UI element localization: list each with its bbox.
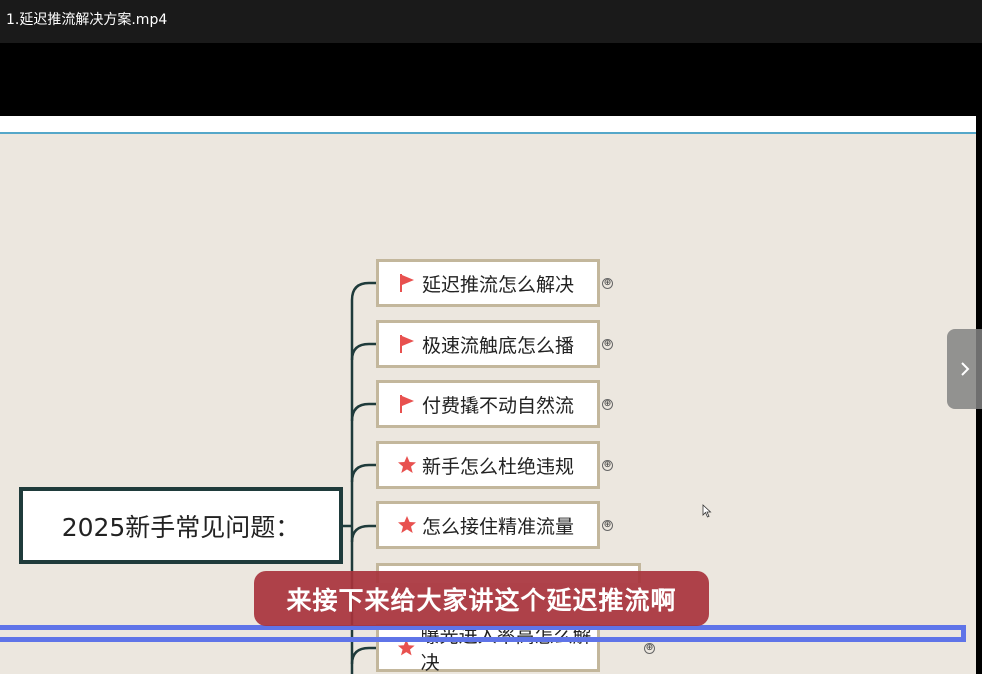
flag-icon xyxy=(400,335,414,353)
chevron-right-icon xyxy=(960,362,969,376)
node-label: 延迟推流怎么解决 xyxy=(422,273,575,296)
mindmap-node-fast-flow[interactable]: 极速流触底怎么播 xyxy=(376,320,600,368)
mindmap-root-node: 2025新手常见问题： xyxy=(19,487,343,564)
expand-icon[interactable]: ⊕ xyxy=(602,278,613,289)
expand-icon[interactable]: ⊕ xyxy=(602,399,613,410)
mindmap-node-avoid-violation[interactable]: 新手怎么杜绝违规 xyxy=(376,441,600,489)
next-video-button[interactable] xyxy=(947,329,982,409)
window-title-bar: 1.延迟推流解决方案.mp4 xyxy=(0,0,982,43)
node-label: 付费撬不动自然流 xyxy=(422,394,575,417)
mindmap-node-precise-traffic[interactable]: 怎么接住精准流量 xyxy=(376,501,600,549)
node-label: 怎么接住精准流量 xyxy=(422,515,575,538)
expand-icon[interactable]: ⊕ xyxy=(602,460,613,471)
expand-icon[interactable]: ⊕ xyxy=(644,643,655,654)
video-subtitle: 来接下来给大家讲这个延迟推流啊 xyxy=(254,571,709,626)
progress-bar-highlight[interactable] xyxy=(0,625,966,642)
mindmap-node-paid-flow[interactable]: 付费撬不动自然流 xyxy=(376,380,600,428)
expand-icon[interactable]: ⊕ xyxy=(602,520,613,531)
star-icon xyxy=(398,456,416,473)
window-title: 1.延迟推流解决方案.mp4 xyxy=(6,12,168,28)
node-label: 极速流触底怎么播 xyxy=(422,334,575,357)
video-player[interactable]: 2025新手常见问题： 延迟推流怎么解决 ⊕ 极速流触底怎么播 ⊕ 付费撬不动自… xyxy=(0,43,982,674)
node-label: 新手怎么杜绝违规 xyxy=(422,455,575,478)
subtitle-text: 来接下来给大家讲这个延迟推流啊 xyxy=(286,585,677,615)
root-node-label: 2025新手常见问题： xyxy=(61,512,301,542)
mindmap-node-delayed-push[interactable]: 延迟推流怎么解决 xyxy=(376,259,600,307)
star-icon xyxy=(398,516,416,533)
mouse-cursor-icon xyxy=(702,504,712,518)
flag-icon xyxy=(400,395,414,413)
expand-icon[interactable]: ⊕ xyxy=(602,339,613,350)
flag-icon xyxy=(400,274,414,292)
